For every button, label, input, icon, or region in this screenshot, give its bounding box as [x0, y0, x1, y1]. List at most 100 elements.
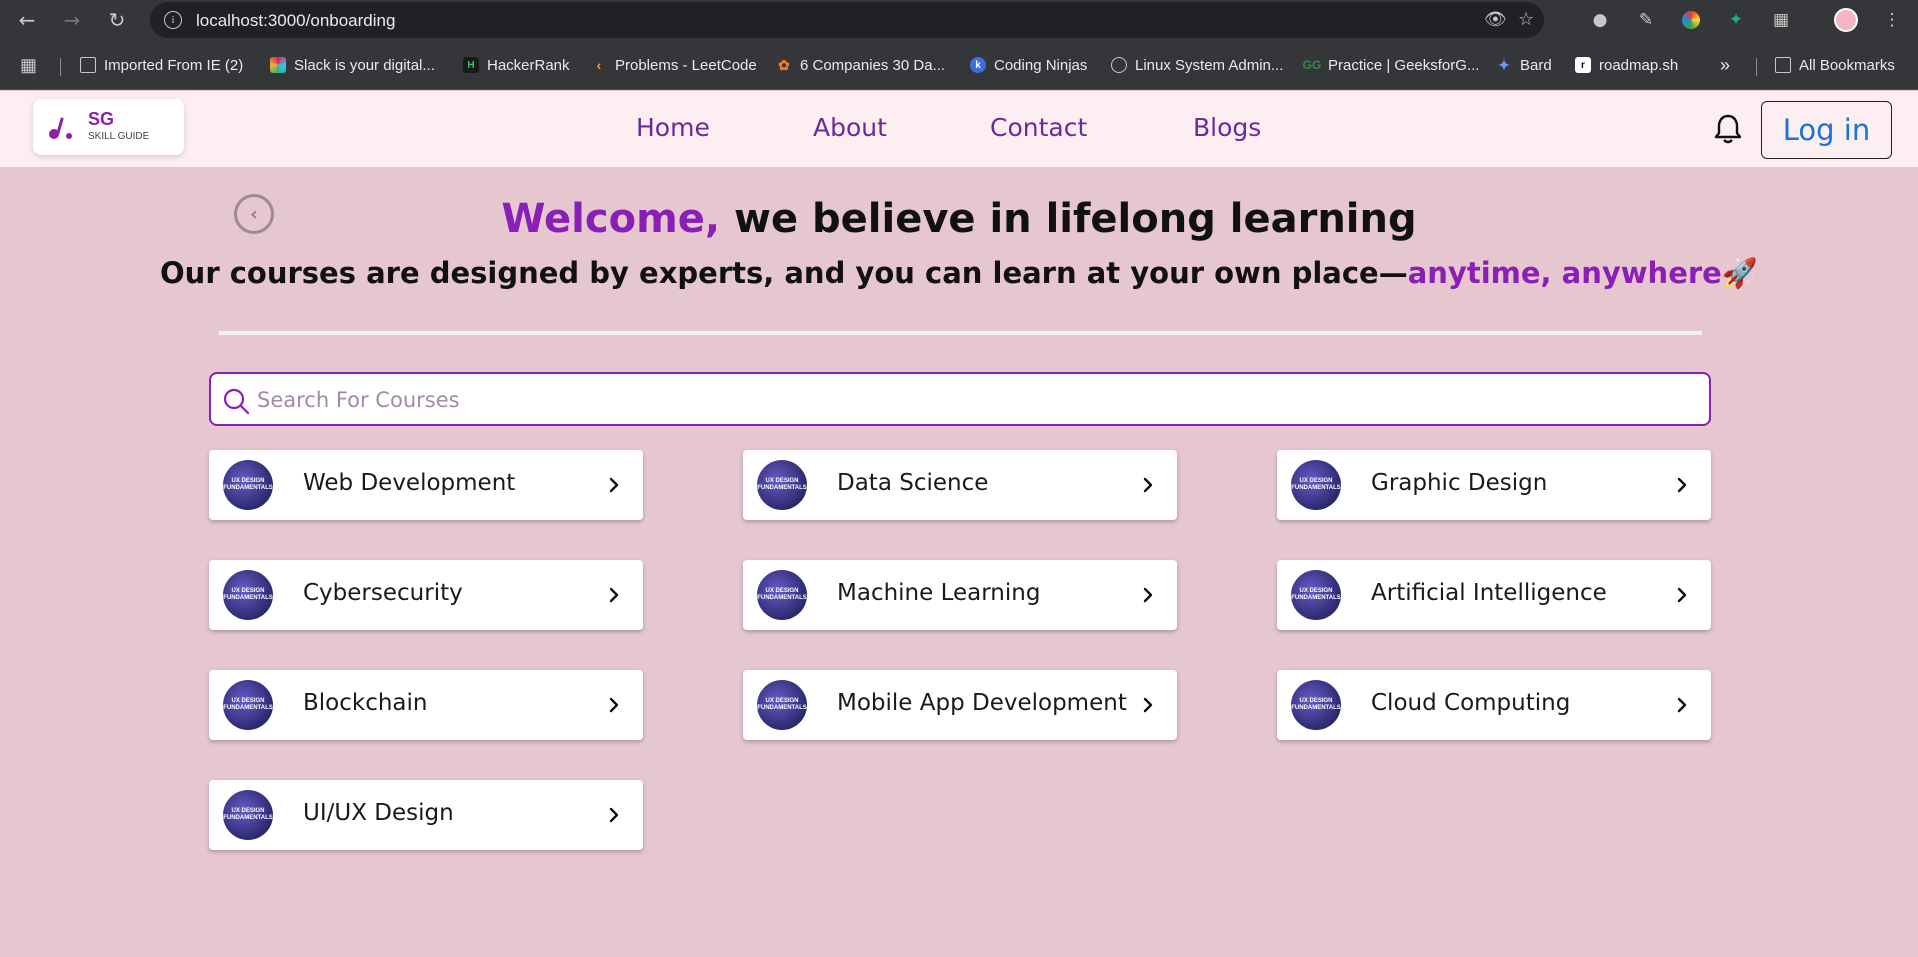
bookmark-item[interactable]: r roadmap.sh — [1575, 55, 1678, 75]
folder-icon — [1775, 57, 1791, 73]
bookmark-item[interactable]: Imported From IE (2) — [80, 55, 243, 75]
bookmark-label: roadmap.sh — [1599, 56, 1679, 74]
bookmark-item[interactable]: H HackerRank — [463, 55, 570, 75]
sparkle-icon: ✦ — [1498, 56, 1510, 73]
puzzle-icon[interactable]: ▦ — [1769, 8, 1793, 32]
subtitle-accent: anytime, anywhere — [1407, 256, 1722, 290]
course-label: Mobile App Development — [837, 690, 1127, 716]
thumbnail-text: UX DESIGN FUNDAMENTALS — [1291, 698, 1341, 711]
chevron-right-icon[interactable] — [1675, 584, 1689, 606]
chevron-right-icon[interactable] — [607, 694, 621, 716]
chevron-right-icon[interactable] — [1141, 694, 1155, 716]
chevron-right-icon[interactable] — [607, 804, 621, 826]
site-info-icon[interactable]: i — [164, 11, 182, 29]
bookmark-separator — [1756, 58, 1757, 76]
geeksforgeeks-icon: GG — [1302, 58, 1322, 72]
color-wheel-icon[interactable] — [1679, 8, 1703, 32]
nav-home[interactable]: Home — [636, 113, 710, 142]
bookmark-label: 6 Companies 30 Da... — [800, 56, 946, 74]
thumbnail-text: UX DESIGN FUNDAMENTALS — [757, 588, 807, 601]
bookmark-label: HackerRank — [487, 56, 570, 74]
course-label: Web Development — [303, 470, 516, 496]
address-bar[interactable]: i localhost:3000/onboarding 👁 ☆ — [150, 2, 1544, 38]
logo[interactable]: SG SKILL GUIDE — [33, 99, 184, 155]
rocket-icon: 🚀 — [1721, 256, 1758, 290]
course-card[interactable]: UX DESIGN FUNDAMENTALS Blockchain — [209, 670, 643, 740]
bookmark-item[interactable]: GG Practice | GeeksforG... — [1302, 55, 1480, 75]
chevron-right-icon[interactable] — [1141, 474, 1155, 496]
page-title: Welcome, we believe in lifelong learning — [0, 196, 1918, 242]
search-icon — [223, 388, 250, 415]
course-card[interactable]: UX DESIGN FUNDAMENTALS Machine Learning — [743, 560, 1177, 630]
eyedropper-icon[interactable]: ✎ — [1634, 8, 1658, 32]
browser-toolbar: ← → ↻ i localhost:3000/onboarding 👁 ☆ ● … — [0, 0, 1918, 40]
bird-extension-icon[interactable]: ✦ — [1724, 8, 1748, 32]
course-card[interactable]: UX DESIGN FUNDAMENTALS Cybersecurity — [209, 560, 643, 630]
thumbnail-text: UX DESIGN FUNDAMENTALS — [223, 808, 273, 821]
chevron-right-icon[interactable] — [607, 584, 621, 606]
course-label: Graphic Design — [1371, 470, 1548, 496]
bookmark-item[interactable]: k Coding Ninjas — [970, 55, 1087, 75]
course-thumbnail: UX DESIGN FUNDAMENTALS — [223, 460, 273, 510]
course-card[interactable]: UX DESIGN FUNDAMENTALS Web Development — [209, 450, 643, 520]
apps-grid-icon[interactable]: ▦ — [20, 55, 37, 75]
course-thumbnail: UX DESIGN FUNDAMENTALS — [1291, 460, 1341, 510]
companies-icon: ✿ — [778, 56, 790, 73]
course-thumbnail: UX DESIGN FUNDAMENTALS — [1291, 570, 1341, 620]
chevron-right-icon[interactable] — [1675, 474, 1689, 496]
thumbnail-text: UX DESIGN FUNDAMENTALS — [223, 698, 273, 711]
bookmark-label: Practice | GeeksforG... — [1328, 56, 1480, 74]
chevron-right-icon[interactable] — [1675, 694, 1689, 716]
eye-icon[interactable]: 👁 — [1484, 9, 1507, 30]
more-bookmarks-icon[interactable]: » — [1720, 55, 1730, 75]
course-thumbnail: UX DESIGN FUNDAMENTALS — [223, 570, 273, 620]
course-label: Cybersecurity — [303, 580, 463, 606]
kebab-menu-icon[interactable]: ⋮ — [1880, 8, 1904, 32]
headline-text: we believe in lifelong learning — [720, 196, 1417, 242]
course-card[interactable]: UX DESIGN FUNDAMENTALS Artificial Intelli… — [1277, 560, 1711, 630]
profile-avatar[interactable] — [1834, 8, 1858, 32]
course-card[interactable]: UX DESIGN FUNDAMENTALS Mobile App Develop… — [743, 670, 1177, 740]
url-text[interactable]: localhost:3000/onboarding — [196, 11, 395, 31]
globe-icon — [1111, 57, 1127, 73]
bookmark-item[interactable]: Slack is your digital... — [270, 55, 435, 75]
bookmark-item[interactable]: Linux System Admin... — [1111, 55, 1283, 75]
course-card[interactable]: UX DESIGN FUNDAMENTALS Cloud Computing — [1277, 670, 1711, 740]
leetcode-icon: ‹ — [596, 57, 602, 73]
coding-ninjas-icon: k — [970, 57, 986, 73]
thumbnail-text: UX DESIGN FUNDAMENTALS — [223, 478, 273, 491]
nav-contact[interactable]: Contact — [990, 113, 1087, 142]
thumbnail-text: UX DESIGN FUNDAMENTALS — [1291, 588, 1341, 601]
bookmark-item[interactable]: ✿ 6 Companies 30 Da... — [776, 55, 945, 75]
course-card[interactable]: UX DESIGN FUNDAMENTALS UI/UX Design — [209, 780, 643, 850]
forward-arrow-icon[interactable]: → — [60, 8, 84, 32]
site-header: SG SKILL GUIDE Home About Contact Blogs … — [0, 91, 1918, 167]
course-card[interactable]: UX DESIGN FUNDAMENTALS Data Science — [743, 450, 1177, 520]
all-bookmarks[interactable]: All Bookmarks — [1775, 55, 1895, 75]
bookmark-item[interactable]: ✦ Bard — [1496, 55, 1552, 75]
slack-icon — [270, 57, 286, 73]
bookmark-separator — [60, 58, 61, 76]
chevron-right-icon[interactable] — [1141, 584, 1155, 606]
bell-icon[interactable] — [1713, 113, 1743, 145]
star-icon[interactable]: ☆ — [1518, 9, 1534, 30]
course-thumbnail: UX DESIGN FUNDAMENTALS — [757, 570, 807, 620]
roadmap-icon: r — [1575, 57, 1591, 73]
reload-icon[interactable]: ↻ — [105, 8, 129, 32]
bookmark-item[interactable]: ‹ Problems - LeetCode — [591, 55, 757, 75]
subtitle-text: Our courses are designed by experts, and… — [160, 256, 1408, 290]
search-box[interactable] — [209, 372, 1711, 426]
nav-blogs[interactable]: Blogs — [1193, 113, 1261, 142]
page-subtitle: Our courses are designed by experts, and… — [0, 256, 1918, 291]
logo-mark-icon — [49, 117, 72, 139]
extension-icon[interactable]: ● — [1588, 8, 1612, 32]
course-card[interactable]: UX DESIGN FUNDAMENTALS Graphic Design — [1277, 450, 1711, 520]
thumbnail-text: UX DESIGN FUNDAMENTALS — [223, 588, 273, 601]
back-arrow-icon[interactable]: ← — [15, 8, 39, 32]
thumbnail-text: UX DESIGN FUNDAMENTALS — [757, 698, 807, 711]
login-button[interactable]: Log in — [1761, 101, 1892, 159]
search-input[interactable] — [257, 382, 1697, 418]
bookmark-label: Imported From IE (2) — [104, 56, 244, 74]
chevron-right-icon[interactable] — [607, 474, 621, 496]
nav-about[interactable]: About — [813, 113, 887, 142]
